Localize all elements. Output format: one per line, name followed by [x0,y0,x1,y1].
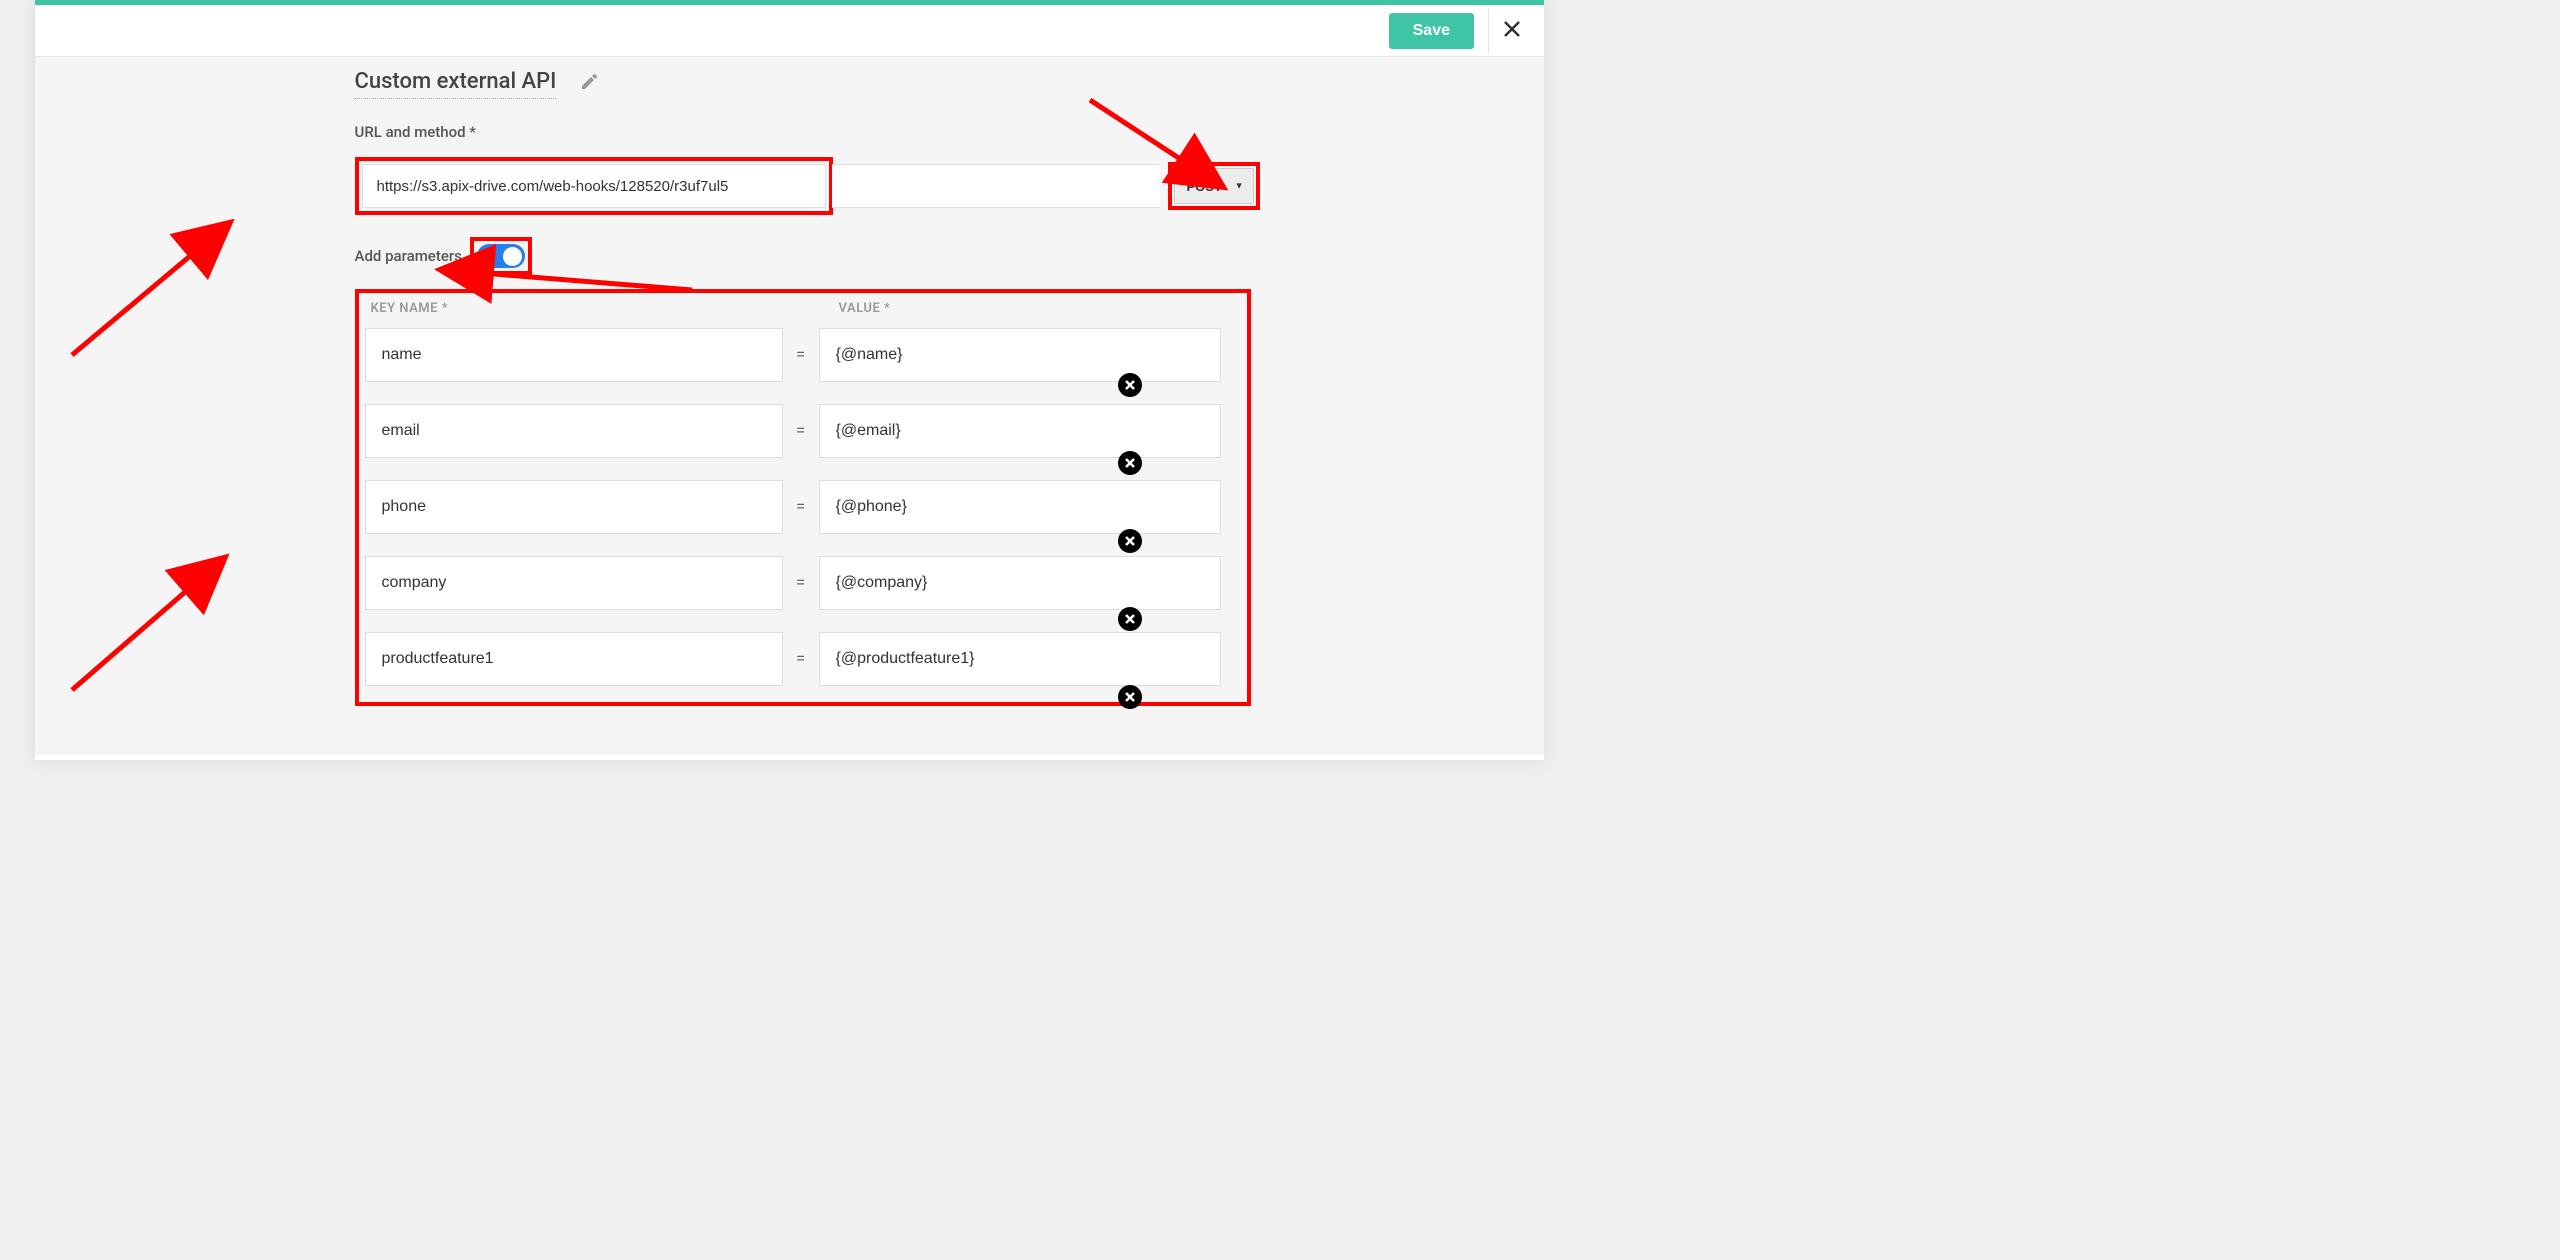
add-params-row: Add parameters [355,237,1260,275]
modal-body: Custom external API URL and method * POS… [35,57,1544,755]
delete-param-button[interactable] [1118,451,1142,475]
value-input[interactable] [819,480,1221,534]
url-section-label: URL and method * [355,123,1260,141]
url-input-extension [832,164,1160,208]
title-row: Custom external API [355,69,1260,99]
key-input[interactable] [365,556,783,610]
url-highlight [355,157,833,215]
key-input[interactable] [365,480,783,534]
key-input[interactable] [365,328,783,382]
add-params-toggle[interactable] [477,244,525,268]
equals-sign: = [783,345,819,365]
delete-param-button[interactable] [1118,685,1142,709]
value-input[interactable] [819,632,1221,686]
key-input[interactable] [365,632,783,686]
param-row: = [365,556,1241,610]
content-area: Custom external API URL and method * POS… [120,69,1460,706]
method-wrapper: POST [1174,168,1254,204]
url-method-row: POST [355,157,1260,215]
method-highlight: POST [1168,162,1260,210]
key-input[interactable] [365,404,783,458]
value-input[interactable] [819,404,1221,458]
delete-param-button[interactable] [1118,529,1142,553]
toggle-highlight [470,237,532,275]
page-title: Custom external API [355,69,557,99]
equals-sign: = [783,573,819,593]
delete-param-button[interactable] [1118,373,1142,397]
equals-sign: = [783,649,819,669]
edit-icon[interactable] [580,73,598,95]
add-params-label: Add parameters [355,247,462,265]
key-header: KEY NAME * [371,301,801,316]
params-header: KEY NAME * VALUE * [365,301,1241,316]
modal-header: Save [35,5,1544,57]
close-button[interactable] [1488,8,1534,54]
value-input[interactable] [819,328,1221,382]
value-header: VALUE * [839,301,1235,316]
param-row: = [365,480,1241,534]
param-row: = [365,404,1241,458]
equals-sign: = [783,421,819,441]
save-button[interactable]: Save [1389,13,1474,49]
delete-param-button[interactable] [1118,607,1142,631]
value-input[interactable] [819,556,1221,610]
params-table: KEY NAME * VALUE * = = = [355,289,1251,706]
modal: Save Custom external API URL and method … [35,0,1544,760]
param-row: = [365,632,1241,686]
method-select[interactable]: POST [1174,168,1254,204]
url-input[interactable] [362,164,826,208]
equals-sign: = [783,497,819,517]
close-icon [1503,18,1521,44]
param-row: = [365,328,1241,382]
